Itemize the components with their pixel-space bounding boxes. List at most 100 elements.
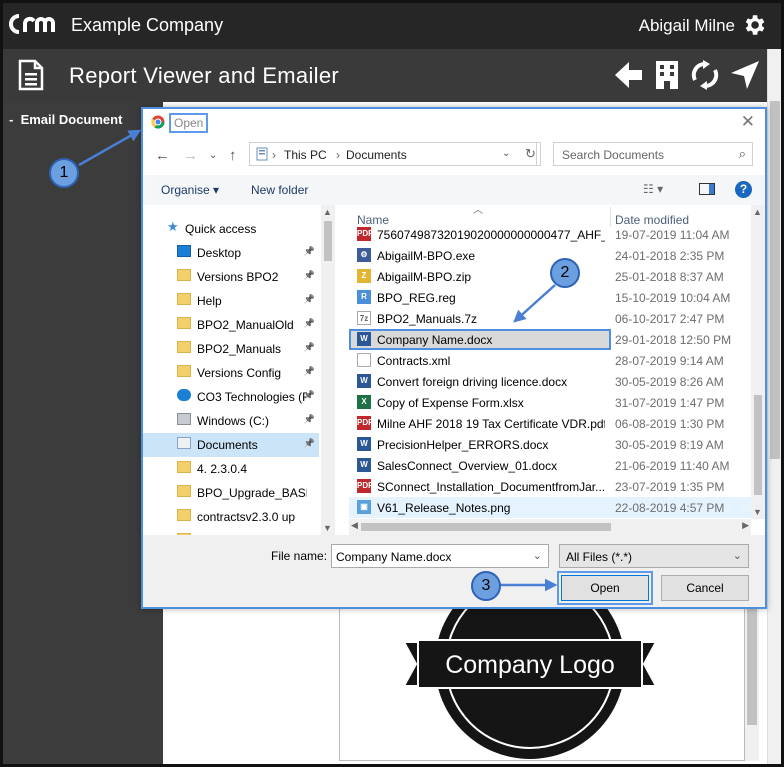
nav-item-documents[interactable]: Documents 📌 <box>143 433 319 457</box>
file-list-hscroll-thumb[interactable] <box>361 523 611 531</box>
scroll-up-icon[interactable]: ▲ <box>753 207 762 217</box>
file-name: Milne AHF 2018 19 Tax Certificate VDR.pd… <box>377 417 605 431</box>
nav-item-help[interactable]: Help 📌 <box>143 289 319 313</box>
nav-item-versions-config[interactable]: Versions Config 📌 <box>143 361 319 385</box>
address-dropdown-icon[interactable]: ⌄ <box>502 148 510 159</box>
view-options-icon[interactable]: ☷ ▾ <box>643 182 663 196</box>
send-icon[interactable] <box>729 59 761 91</box>
file-row[interactable]: ⚙ AbigailM-BPO.exe 24-01-2018 2:35 PM <box>349 245 751 266</box>
breadcrumb-this-pc[interactable]: This PC <box>284 148 327 162</box>
file-date: 29-01-2018 12:50 PM <box>615 333 732 347</box>
file-row[interactable]: PDF Milne AHF 2018 19 Tax Certificate VDR… <box>349 413 751 434</box>
star-icon: ★ <box>167 219 179 234</box>
nav-item-versions-bpo2[interactable]: Versions BPO2 📌 <box>143 265 319 289</box>
nav-item-quick-access[interactable]: ★ Quick access <box>143 217 319 241</box>
pin-icon[interactable]: 📌 <box>304 246 315 257</box>
up-icon[interactable]: ↑ <box>229 147 237 164</box>
breadcrumb-documents[interactable]: Documents <box>346 148 407 162</box>
navigation-pane-scroll-thumb[interactable] <box>324 221 332 261</box>
address-bar[interactable]: › This PC › Documents ⌄ <box>249 142 537 166</box>
pin-icon[interactable]: 📌 <box>304 294 315 305</box>
email-document-toggle[interactable]: - Email Document <box>9 112 122 127</box>
recent-locations-icon[interactable]: ⌄ <box>209 150 217 161</box>
nav-item-label: Versions Config <box>197 366 282 380</box>
file-row[interactable]: W Convert foreign driving licence.docx 30-… <box>349 371 751 392</box>
scroll-down-icon[interactable]: ▼ <box>753 507 762 517</box>
scroll-left-icon[interactable]: ◀ <box>351 520 358 531</box>
reg-file-icon: R <box>357 290 371 304</box>
file-list-scrollbar[interactable]: ▲ ▼ <box>751 205 765 519</box>
pin-icon[interactable]: 📌 <box>304 438 315 449</box>
scroll-up-icon[interactable]: ▲ <box>323 207 332 217</box>
page-scrollbar[interactable] <box>767 49 781 764</box>
file-date: 06-10-2017 2:47 PM <box>615 312 725 326</box>
cancel-button[interactable]: Cancel <box>661 575 749 601</box>
this-pc-icon <box>256 147 268 161</box>
file-row[interactable]: X Copy of Expense Form.xlsx 31-07-2019 1:4… <box>349 392 751 413</box>
nav-item-windows-c-[interactable]: Windows (C:) 📌 <box>143 409 319 433</box>
pin-icon[interactable]: 📌 <box>304 318 315 329</box>
nav-item-bpo-upgrade-base[interactable]: BPO_Upgrade_BASE <box>143 481 319 505</box>
nav-item-desktop[interactable]: Desktop 📌 <box>143 241 319 265</box>
navigation-pane-scrollbar[interactable]: ▲ ▼ <box>321 205 335 535</box>
open-button[interactable]: Open <box>557 571 653 605</box>
back-icon[interactable]: ← <box>155 147 170 164</box>
scroll-right-icon[interactable]: ▶ <box>742 520 749 531</box>
back-arrow-icon[interactable] <box>611 59 645 91</box>
gear-icon[interactable] <box>741 12 767 38</box>
nav-item-label: Documents <box>197 438 258 452</box>
file-row[interactable]: PDF SConnect_Installation_DocumentfromJar… <box>349 476 751 497</box>
nav-item-label: CO3 Technologies (F <box>197 390 307 404</box>
preview-scrollbar-thumb[interactable] <box>747 605 757 725</box>
dialog-refresh-icon[interactable]: ↻ <box>521 142 541 166</box>
collapse-glyph: - <box>9 112 14 127</box>
title-bar: Report Viewer and Emailer <box>3 49 767 102</box>
file-list-horizontal-scrollbar[interactable]: ◀ ▶ <box>349 519 751 535</box>
file-type-select[interactable]: All Files (*.*) ⌄ <box>559 544 749 568</box>
organise-button[interactable]: Organise ▾ <box>161 183 219 197</box>
pin-icon[interactable]: 📌 <box>304 366 315 377</box>
pdf-file-icon: PDF <box>357 227 373 241</box>
building-icon[interactable] <box>653 59 681 91</box>
nav-item-4-2-3-0-4[interactable]: 4. 2.3.0.4 <box>143 457 319 481</box>
preview-scrollbar[interactable] <box>745 603 759 761</box>
file-row[interactable]: W Company Name.docx 29-01-2018 12:50 PM <box>349 329 731 350</box>
doc-file-icon: W <box>357 437 371 451</box>
open-file-dialog: Open ✕ ← → ⌄ ↑ › This PC › Documents ⌄ ↻… <box>141 107 767 609</box>
file-row[interactable]: PDF 75607498732019020000000000477_AHF_...… <box>349 224 751 245</box>
nav-item-label: Help <box>197 294 222 308</box>
user-name[interactable]: Abigail Milne <box>639 16 735 36</box>
nav-item-contractsv2-3-0-up[interactable]: contractsv2.3.0 up <box>143 505 319 529</box>
nav-item-bpo2-manuals[interactable]: BPO2_Manuals 📌 <box>143 337 319 361</box>
new-folder-button[interactable]: New folder <box>251 183 308 197</box>
file-row[interactable]: 7z BPO2_Manuals.7z 06-10-2017 2:47 PM <box>349 308 751 329</box>
file-row[interactable]: Contracts.xml 28-07-2019 9:14 AM <box>349 350 751 371</box>
nav-item-co3-technologies-f[interactable]: CO3 Technologies (F 📌 <box>143 385 319 409</box>
file-name-input[interactable]: Company Name.docx ⌄ <box>331 544 549 568</box>
pin-icon[interactable]: 📌 <box>304 270 315 281</box>
file-row[interactable]: R BPO_REG.reg 15-10-2019 10:04 AM <box>349 287 751 308</box>
chevron-down-icon[interactable]: ⌄ <box>733 549 742 562</box>
search-input[interactable]: Search Documents ⌕ <box>553 142 753 166</box>
nav-item-bpo2-manualold[interactable]: BPO2_ManualOld 📌 <box>143 313 319 337</box>
chevron-down-icon[interactable]: ⌄ <box>533 549 542 562</box>
pin-icon[interactable]: 📌 <box>304 390 315 401</box>
forward-icon[interactable]: → <box>183 147 198 164</box>
file-list-scroll-thumb[interactable] <box>754 395 762 495</box>
file-row[interactable]: W PrecisionHelper_ERRORS.docx 30-05-2019 8… <box>349 434 751 455</box>
file-row[interactable]: W SalesConnect_Overview_01.docx 21-06-2019… <box>349 455 751 476</box>
doc-file-icon: W <box>357 332 371 346</box>
refresh-icon[interactable] <box>689 59 721 91</box>
help-icon[interactable]: ? <box>735 181 752 198</box>
folder-icon <box>177 293 191 305</box>
page-scrollbar-thumb[interactable] <box>770 101 780 459</box>
pin-icon[interactable]: 📌 <box>304 342 315 353</box>
preview-pane-icon[interactable] <box>699 183 715 195</box>
close-icon[interactable]: ✕ <box>741 112 755 132</box>
pin-icon[interactable]: 📌 <box>304 414 315 425</box>
file-name-label: File name: <box>271 549 328 563</box>
company-logo-preview: Company Logo <box>402 604 658 759</box>
scroll-down-icon[interactable]: ▼ <box>323 523 332 533</box>
file-name: Contracts.xml <box>377 354 451 368</box>
file-row[interactable]: ▣ V61_Release_Notes.png 22-08-2019 4:57 PM <box>349 497 751 518</box>
